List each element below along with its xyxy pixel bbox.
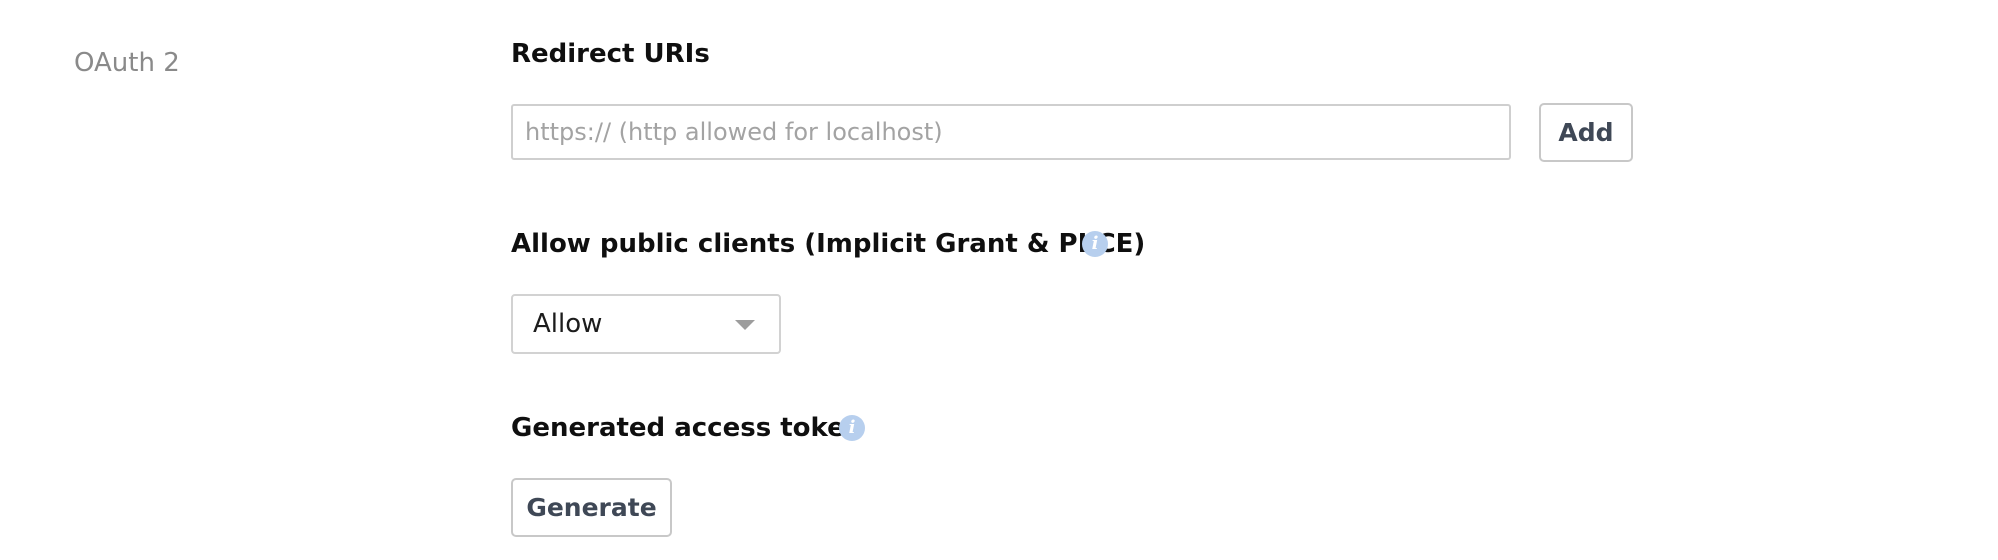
public-clients-info-icon[interactable]: i xyxy=(1082,231,1108,257)
redirect-uris-heading: Redirect URIs xyxy=(511,39,710,69)
add-redirect-uri-button[interactable]: Add xyxy=(1539,103,1633,162)
public-clients-select-value: Allow xyxy=(533,309,603,339)
redirect-uri-input[interactable] xyxy=(511,104,1511,160)
access-token-heading: Generated access token xyxy=(511,413,864,443)
access-token-info-icon[interactable]: i xyxy=(839,415,865,441)
public-clients-select[interactable]: Allow xyxy=(511,294,781,354)
generate-token-button[interactable]: Generate xyxy=(511,478,672,537)
public-clients-heading: Allow public clients (Implicit Grant & P… xyxy=(511,229,1146,259)
section-label: OAuth 2 xyxy=(74,48,180,78)
chevron-down-icon xyxy=(735,320,755,330)
